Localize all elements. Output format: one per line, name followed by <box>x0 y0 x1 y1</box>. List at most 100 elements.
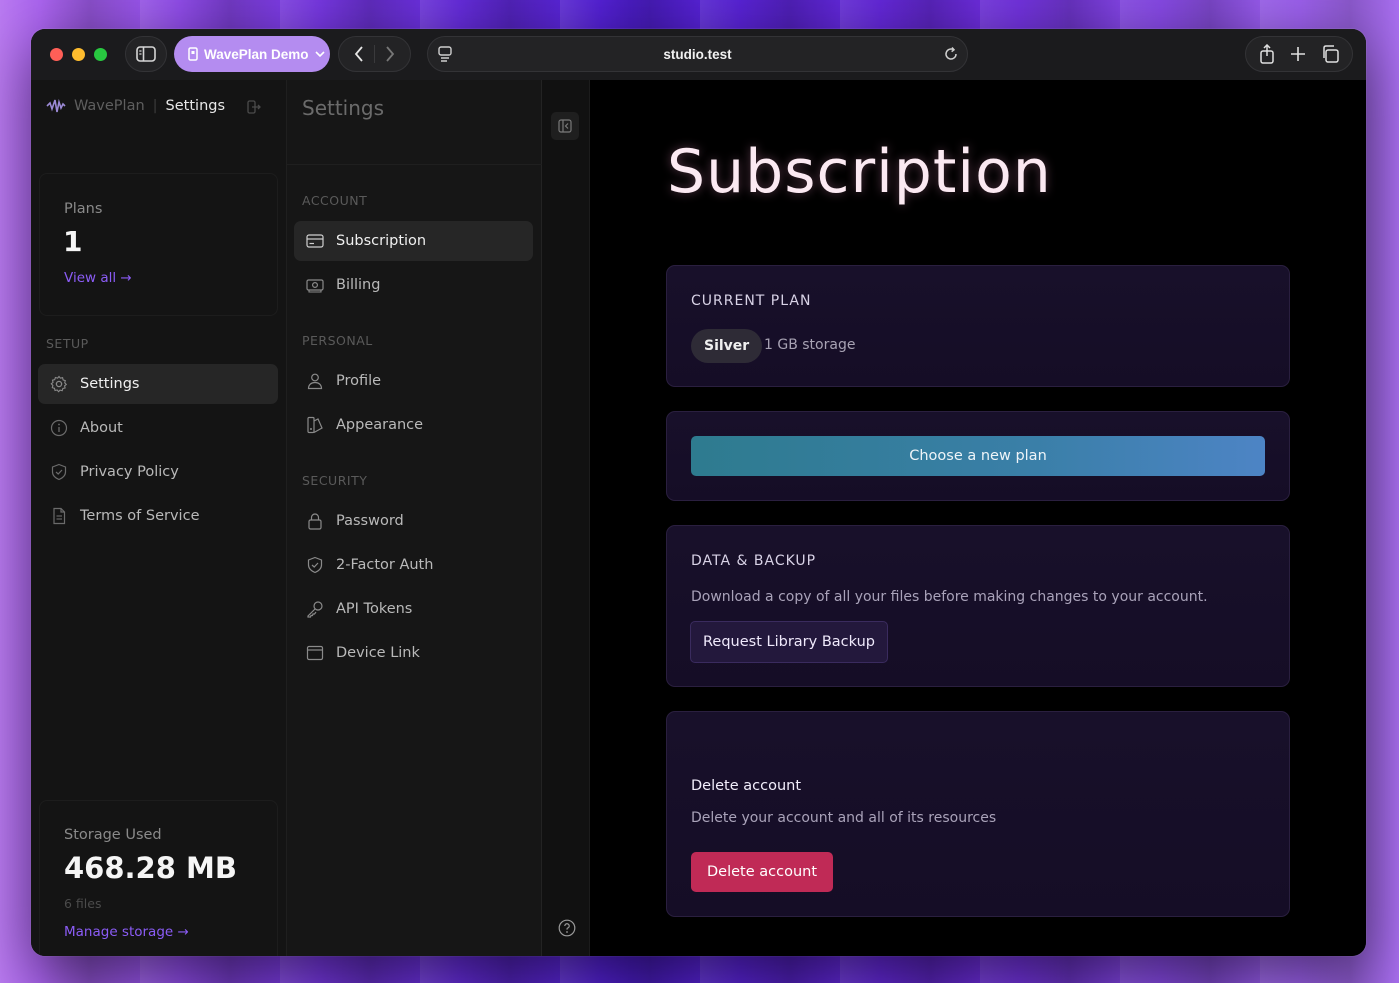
manage-storage-link[interactable]: Manage storage → <box>64 924 189 940</box>
current-plan-heading: CURRENT PLAN <box>691 293 812 309</box>
window-icon <box>306 645 324 661</box>
settings-navigation: Settings ACCOUNT Subscription Billing PE… <box>287 80 542 956</box>
lock-icon <box>308 513 322 530</box>
shield-icon <box>51 463 67 481</box>
plan-badge: Silver <box>691 329 763 363</box>
delete-account-heading: Delete account <box>691 778 802 794</box>
shield-check-icon <box>307 556 323 574</box>
card-icon <box>306 234 324 248</box>
collapse-rail <box>542 80 590 956</box>
url-text: studio.test <box>663 46 732 62</box>
waveplan-logo-icon <box>46 98 66 113</box>
settings-item-label: Appearance <box>336 417 424 433</box>
storage-card: Storage Used 468.28 MB 6 files Manage st… <box>39 800 278 956</box>
settings-item-api-tokens[interactable]: API Tokens <box>294 589 533 629</box>
settings-item-label: Subscription <box>336 233 427 249</box>
sidebar-toggle-button[interactable] <box>125 36 167 72</box>
back-arrow-icon[interactable] <box>354 46 364 62</box>
key-icon <box>307 601 323 618</box>
sidebar-item-label: Settings <box>80 376 140 392</box>
app-content: WavePlan | Settings Plans 1 View all → S… <box>31 80 1366 956</box>
sidebar-icon <box>136 46 156 62</box>
sidebar-item-privacy-policy[interactable]: Privacy Policy <box>38 452 278 492</box>
settings-item-label: Device Link <box>336 645 420 661</box>
plans-card: Plans 1 View all → <box>39 173 278 316</box>
sidebar-item-label: Terms of Service <box>80 508 200 524</box>
user-icon <box>307 373 323 390</box>
sidebar-item-terms-of-service[interactable]: Terms of Service <box>38 496 278 536</box>
choose-new-plan-button[interactable]: Choose a new plan <box>691 436 1265 476</box>
new-tab-icon[interactable] <box>1290 46 1306 62</box>
reload-icon[interactable] <box>943 46 959 62</box>
collapse-panel-icon <box>558 119 572 133</box>
brand-name[interactable]: WavePlan <box>74 98 145 114</box>
settings-item-label: Profile <box>336 373 382 389</box>
settings-item-label: 2-Factor Auth <box>336 557 434 573</box>
delete-account-description: Delete your account and all of its resou… <box>691 810 997 826</box>
page-title: Subscription <box>667 137 1052 207</box>
collapse-panel-button[interactable] <box>551 112 579 140</box>
forward-arrow-icon[interactable] <box>385 46 395 62</box>
cash-icon <box>306 279 324 293</box>
request-backup-button[interactable]: Request Library Backup <box>690 621 888 663</box>
settings-item-label: Password <box>336 513 404 529</box>
current-plan-panel: CURRENT PLAN Silver 1 GB storage <box>666 265 1290 387</box>
brand-section: Settings <box>165 98 226 114</box>
minimize-window-button[interactable] <box>72 48 85 61</box>
sidebar-item-about[interactable]: About <box>38 408 278 448</box>
browser-toolbar: WavePlan Demo studio.test <box>31 29 1366 80</box>
close-window-button[interactable] <box>50 48 63 61</box>
settings-item-label: API Tokens <box>336 601 413 617</box>
sidebar-item-label: Privacy Policy <box>80 464 179 480</box>
choose-plan-panel: Choose a new plan <box>666 411 1290 501</box>
settings-item-device-link[interactable]: Device Link <box>294 633 533 673</box>
settings-item-subscription[interactable]: Subscription <box>294 221 533 261</box>
settings-item-billing[interactable]: Billing <box>294 265 533 305</box>
tab-group-button[interactable]: WavePlan Demo <box>174 36 330 72</box>
history-navigation <box>338 36 411 72</box>
data-backup-description: Download a copy of all your files before… <box>691 589 1208 605</box>
settings-item-2fa[interactable]: 2-Factor Auth <box>294 545 533 585</box>
help-icon[interactable] <box>558 919 576 937</box>
view-all-plans-link[interactable]: View all → <box>64 270 132 286</box>
divider <box>287 164 542 165</box>
brand-separator: | <box>152 98 158 114</box>
storage-value: 468.28 MB <box>64 851 237 885</box>
sidebar-item-settings[interactable]: Settings <box>38 364 278 404</box>
brand-header: WavePlan | Settings <box>46 98 225 114</box>
chevron-down-icon <box>314 51 325 58</box>
info-icon <box>50 419 68 437</box>
storage-file-count: 6 files <box>64 896 102 911</box>
document-icon <box>53 507 66 525</box>
plans-label: Plans <box>64 201 103 217</box>
share-icon[interactable] <box>1259 44 1275 64</box>
zoom-window-button[interactable] <box>94 48 107 61</box>
tab-overview-icon[interactable] <box>1321 45 1339 63</box>
browser-actions <box>1245 36 1353 72</box>
sidebar-item-label: About <box>80 420 123 436</box>
app-sidebar: WavePlan | Settings Plans 1 View all → S… <box>31 80 287 956</box>
settings-item-profile[interactable]: Profile <box>294 361 533 401</box>
setup-heading: SETUP <box>46 336 89 351</box>
delete-account-button[interactable]: Delete account <box>691 852 834 892</box>
address-bar[interactable]: studio.test <box>427 36 968 72</box>
security-heading: SECURITY <box>302 473 368 488</box>
logout-icon[interactable] <box>247 100 261 114</box>
plan-storage-note: 1 GB storage <box>764 337 856 353</box>
settings-item-label: Billing <box>336 277 381 293</box>
main-content: Subscription CURRENT PLAN Silver 1 GB st… <box>590 80 1366 956</box>
data-backup-heading: DATA & BACKUP <box>691 553 817 569</box>
reader-icon[interactable] <box>438 46 452 62</box>
settings-item-password[interactable]: Password <box>294 501 533 541</box>
tab-group-label: WavePlan Demo <box>204 46 309 62</box>
palette-icon <box>307 416 323 434</box>
account-heading: ACCOUNT <box>302 193 368 208</box>
data-backup-panel: DATA & BACKUP Download a copy of all you… <box>666 525 1290 687</box>
settings-item-appearance[interactable]: Appearance <box>294 405 533 445</box>
personal-heading: PERSONAL <box>302 333 373 348</box>
window-controls <box>50 48 107 61</box>
gear-icon <box>50 375 68 393</box>
browser-window: WavePlan Demo studio.test WavePlan | Set… <box>31 29 1366 956</box>
delete-account-panel: Delete account Delete your account and a… <box>666 711 1290 917</box>
storage-label: Storage Used <box>64 827 162 843</box>
